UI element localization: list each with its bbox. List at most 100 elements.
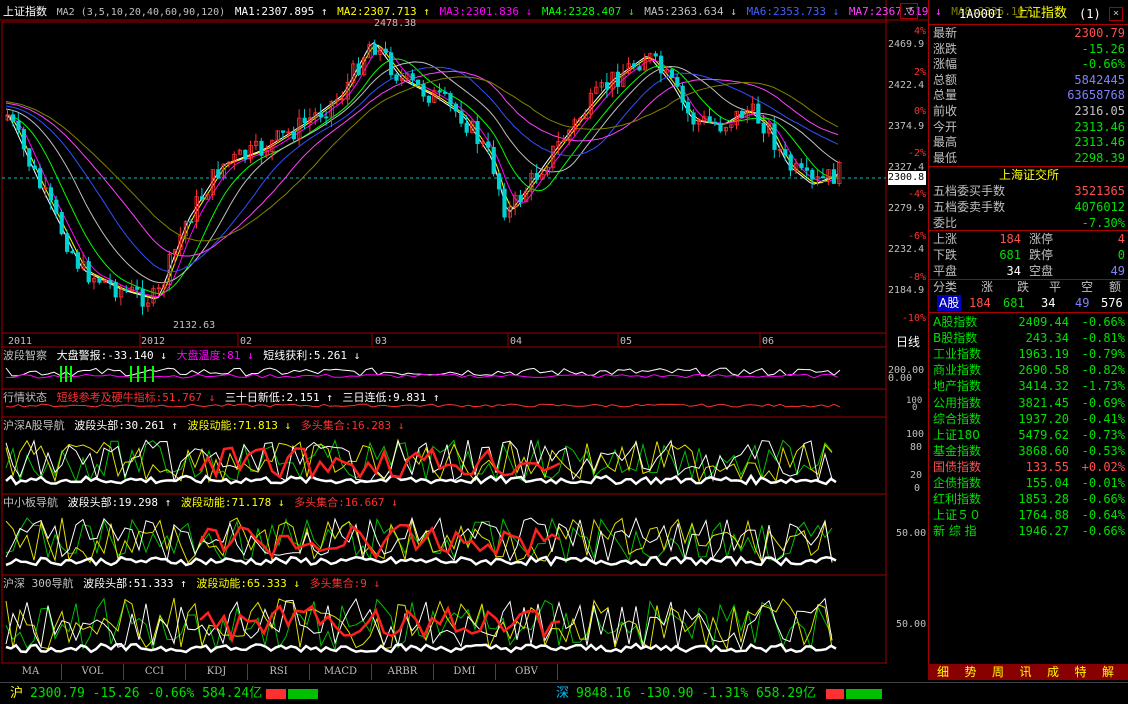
index-row[interactable]: 上证５０ 1764.88 -0.64% xyxy=(929,507,1128,523)
index-row[interactable]: 新 综 指 1946.27 -0.66% xyxy=(929,523,1128,539)
panel4-ylabel: 50.00 xyxy=(896,528,927,539)
candle-body xyxy=(464,122,469,133)
index-change: -1.73% xyxy=(1081,379,1125,394)
index-name: 商业指数 xyxy=(933,363,982,378)
candle-body xyxy=(496,173,502,190)
ma3-value: MA3:2301.836 ↓ xyxy=(439,5,533,18)
candle-body xyxy=(615,71,621,87)
panel2-header: 行情状态 短线参考及硬牛指标:51.767 ↓ 三十日新低:2.151 ↑ 三日… xyxy=(3,391,442,405)
panel-tab[interactable]: 讯 xyxy=(1015,664,1037,680)
index-row[interactable]: 基金指数 3868.60 -0.53% xyxy=(929,443,1128,459)
candle-body xyxy=(383,48,388,54)
panel4-header: 中小板导航 波段头部:19.298 ↑ 波段动能:71.178 ↓ 多头集合:1… xyxy=(3,496,401,510)
main-header: 上证指数 MA2 (3,5,10,20,40,60,90,120) MA1:23… xyxy=(3,5,1034,19)
chart-area[interactable]: 上证指数 MA2 (3,5,10,20,40,60,90,120) MA1:23… xyxy=(0,0,1031,664)
panel-tab[interactable]: 解 xyxy=(1097,664,1119,680)
quote-name: 上证指数 xyxy=(1015,6,1068,21)
order-row-value: -7.30% xyxy=(1081,216,1125,230)
candle-body xyxy=(605,82,610,90)
tab-arbr[interactable]: ARBR xyxy=(372,664,434,680)
panel5-header: 沪深 300导航 波段头部:51.333 ↑ 波段动能:65.333 ↓ 多头集… xyxy=(3,577,383,591)
sh-bar-red xyxy=(266,689,286,699)
candle-body xyxy=(199,196,205,200)
panel-tab[interactable]: 成 xyxy=(1042,664,1064,680)
candle-body xyxy=(140,289,145,307)
order-row-value: 4076012 xyxy=(1074,200,1125,214)
class-header-cell: 额 xyxy=(1109,280,1122,294)
candle-body xyxy=(324,116,329,119)
index-row[interactable]: B股指数 243.34 -0.81% xyxy=(929,330,1128,346)
tab-obv[interactable]: OBV xyxy=(496,664,558,680)
quote-row: 最低 2298.39 xyxy=(929,150,1128,166)
index-value: 1946.27 xyxy=(1018,524,1069,539)
panel4-ind3: 多头集合:16.667 ↓ xyxy=(294,496,398,509)
index-value: 1937.20 xyxy=(1018,411,1069,426)
index-change: -0.73% xyxy=(1081,427,1125,442)
panel-tab[interactable]: 特 xyxy=(1070,664,1092,680)
index-row[interactable]: 国债指数 133.55 +0.02% xyxy=(929,459,1128,475)
panel3-ylabel-20: 20 xyxy=(910,470,923,481)
candle-body xyxy=(486,141,491,148)
ma4-value: MA4:2328.407 ↓ xyxy=(541,5,635,18)
signal-bar xyxy=(137,366,139,382)
signal-bar xyxy=(70,366,72,382)
class-header-cell: 平 xyxy=(1049,280,1062,294)
signal-bar xyxy=(65,366,67,382)
tab-macd[interactable]: MACD xyxy=(310,664,372,680)
class-cell-down: 681 xyxy=(1003,296,1025,310)
panel-tab[interactable]: 细 xyxy=(932,664,954,680)
candle-body xyxy=(718,123,723,132)
tab-vol[interactable]: VOL xyxy=(62,664,124,680)
moving-average-line xyxy=(5,44,839,299)
collapse-icon[interactable]: ▽ xyxy=(900,3,918,19)
breadth-value: 49 xyxy=(1110,264,1125,278)
quote-row-value: 2298.39 xyxy=(1074,150,1125,165)
panel3-ylabel-100: 100 xyxy=(906,429,925,440)
period-label[interactable]: 日线 xyxy=(896,335,920,349)
index-row[interactable]: 公用指数 3821.45 -0.69% xyxy=(929,395,1128,411)
candle-body xyxy=(659,55,664,74)
sh-status: 2300.79 -15.26 -0.66% 584.24亿 xyxy=(30,686,263,701)
tab-kdj[interactable]: KDJ xyxy=(186,664,248,680)
panel2-ind2: 三十日新低:2.151 ↑ xyxy=(224,391,333,404)
tab-ma[interactable]: MA xyxy=(0,664,62,680)
index-name: 红利指数 xyxy=(933,492,982,507)
signal-bar xyxy=(152,366,154,382)
tab-rsi[interactable]: RSI xyxy=(248,664,310,680)
index-row[interactable]: 商业指数 2690.58 -0.82% xyxy=(929,362,1128,378)
index-row[interactable]: 综合指数 1937.20 -0.41% xyxy=(929,411,1128,427)
high-label: 2478.38 xyxy=(374,18,417,29)
tab-dmi[interactable]: DMI xyxy=(434,664,496,680)
candle-body xyxy=(243,149,248,160)
sh-strength-bar xyxy=(266,689,318,699)
class-row[interactable]: A股 184 681 34 49 576 xyxy=(929,295,1128,311)
index-change: -0.01% xyxy=(1081,476,1125,490)
candle-body xyxy=(799,163,804,169)
quote-row: 前收 2316.05 xyxy=(929,103,1128,119)
index-row[interactable]: 上证180 5479.62 -0.73% xyxy=(929,427,1128,443)
panel1-ind2: 大盘温度:81 ↓ xyxy=(176,349,254,362)
breadth-label: 涨停 xyxy=(1029,232,1054,246)
panel-tabs: 细势周讯成特解 xyxy=(928,664,1128,680)
panel-tab[interactable]: 势 xyxy=(960,664,982,680)
close-icon[interactable]: × xyxy=(1109,7,1123,21)
index-value: 1764.88 xyxy=(1018,508,1069,523)
chart-canvas[interactable] xyxy=(0,0,928,664)
index-name: 新 综 指 xyxy=(933,524,977,539)
index-row[interactable]: 地产指数 3414.32 -1.73% xyxy=(929,378,1128,394)
index-row[interactable]: 红利指数 1853.28 -0.66% xyxy=(929,491,1128,507)
panel-tab[interactable]: 周 xyxy=(987,664,1009,680)
index-change: -0.69% xyxy=(1081,395,1125,410)
index-row[interactable]: A股指数 2409.44 -0.66% xyxy=(929,314,1128,330)
candle-body xyxy=(421,84,426,97)
candle-body xyxy=(680,85,685,103)
order-row-label: 五档委买手数 xyxy=(933,184,1006,198)
panel5-ind3: 多头集合:9 ↓ xyxy=(309,577,381,590)
panel3-ind3: 多头集合:16.283 ↓ xyxy=(300,419,405,432)
index-row[interactable]: 工业指数 1963.19 -0.79% xyxy=(929,346,1128,362)
price-axis-label: 2279.9 xyxy=(888,203,925,214)
tab-cci[interactable]: CCI xyxy=(124,664,186,680)
order-row-label: 委比 xyxy=(933,216,958,230)
index-row[interactable]: 企债指数 155.04 -0.01% xyxy=(929,475,1128,491)
sh-bar-green xyxy=(288,689,318,699)
